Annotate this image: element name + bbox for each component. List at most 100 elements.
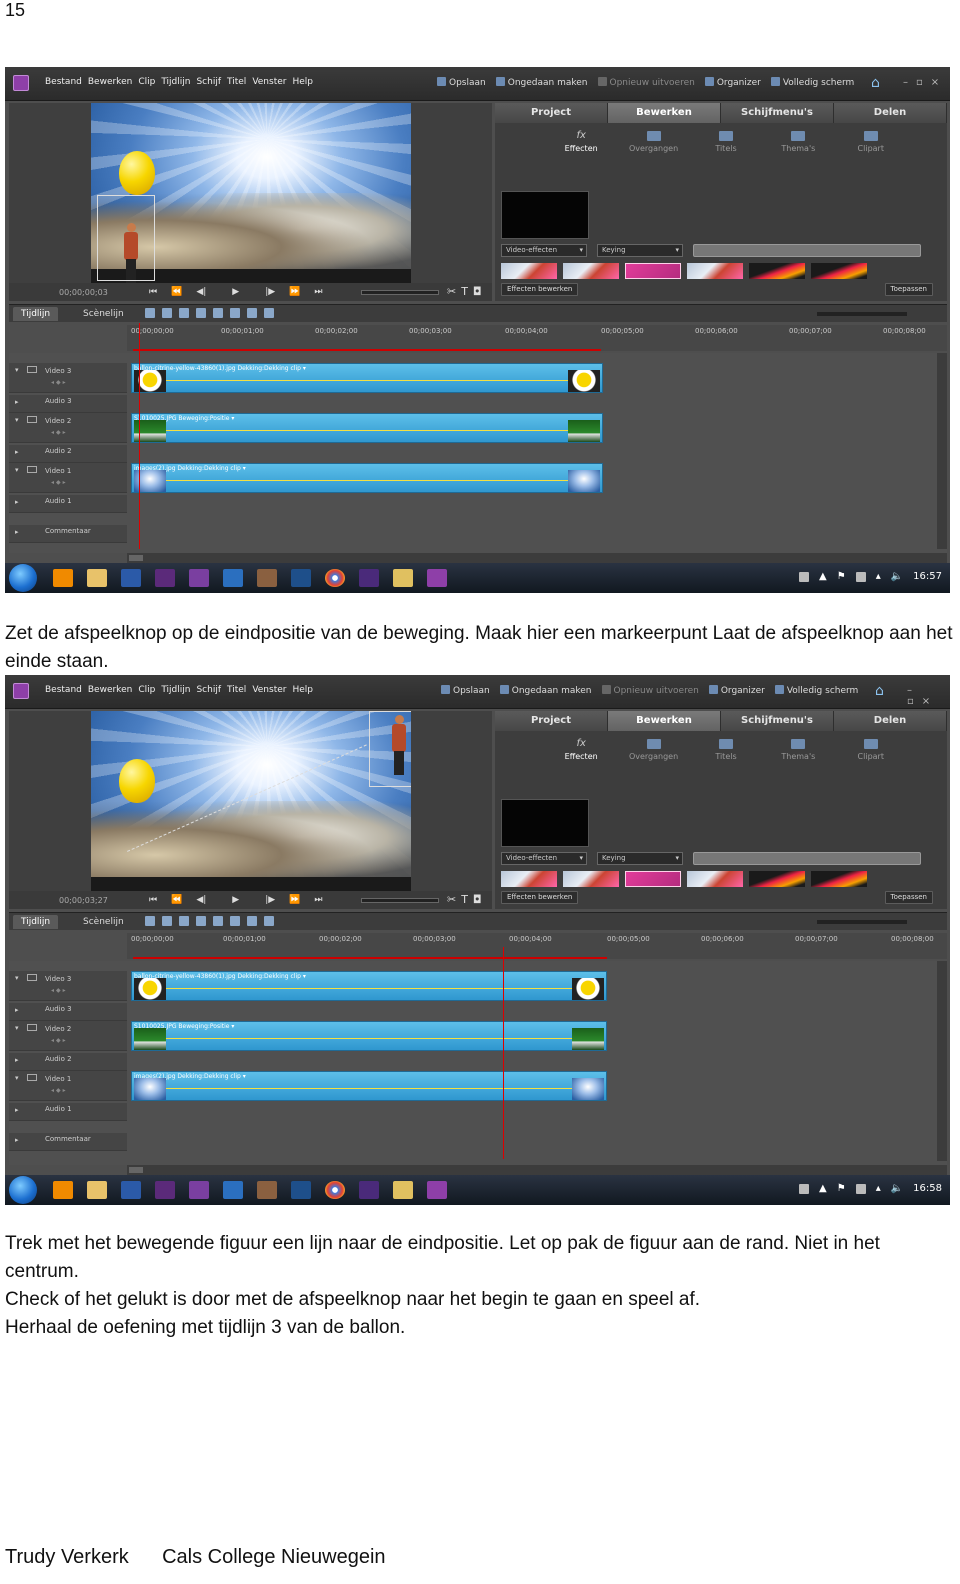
organizer-button[interactable]: Organizer	[704, 77, 761, 88]
volume-icon[interactable]: 🔈	[891, 571, 903, 582]
after-effects-icon[interactable]	[359, 1181, 379, 1199]
subtab-themas[interactable]: Thema's	[768, 131, 828, 153]
clip-person[interactable]: S1010025.JPG Beweging:Positie ▾	[131, 413, 603, 443]
fullscreen-button[interactable]: Volledig scherm	[774, 685, 858, 696]
time-ruler[interactable]: 00;00;00;00 00;00;01;00 00;00;02;00 00;0…	[127, 325, 947, 351]
tab-tijdlijn[interactable]: Tijdlijn	[13, 915, 59, 929]
effect-thumbnail[interactable]	[749, 263, 805, 279]
media-icon[interactable]	[393, 569, 413, 587]
clip-balloon[interactable]: ballon-citrine-yellow-43860(1).jpg Dekki…	[131, 363, 603, 393]
filter-dropdown[interactable]: Keying	[597, 852, 683, 865]
work-area-bar[interactable]	[133, 957, 607, 959]
shuttle-slider[interactable]	[361, 898, 439, 903]
app-icon[interactable]	[223, 569, 243, 587]
flag-icon[interactable]: ⚑	[837, 1183, 846, 1194]
menu-bestand[interactable]: Bestand	[45, 685, 82, 695]
battery-icon[interactable]	[855, 1183, 866, 1194]
category-dropdown[interactable]: Video-effecten	[501, 244, 587, 257]
vlc-icon[interactable]	[53, 569, 73, 587]
arrow-up-icon[interactable]: ▲	[819, 1183, 827, 1194]
fullscreen-button[interactable]: Volledig scherm	[770, 77, 854, 88]
tab-bewerken[interactable]: Bewerken	[608, 103, 721, 123]
scissors-icon[interactable]: ✂T◘	[447, 285, 487, 298]
clip-sky[interactable]: images(2).jpg Dekking:Dekking clip ▾	[131, 1071, 607, 1101]
preview-image[interactable]	[91, 711, 411, 891]
timeline-tools[interactable]	[145, 308, 274, 318]
transport-controls[interactable]: ⏮ ⏪ ◀| ▶ |▶ ⏩ ⏭	[149, 895, 323, 905]
word-icon[interactable]	[121, 569, 141, 587]
effect-thumbnail[interactable]	[625, 871, 681, 887]
save-button[interactable]: Opslaan	[441, 685, 490, 696]
folder-icon[interactable]	[87, 1181, 107, 1199]
effect-thumbnail[interactable]	[563, 263, 619, 279]
category-dropdown[interactable]: Video-effecten	[501, 852, 587, 865]
subtab-overgangen[interactable]: Overgangen	[624, 131, 684, 153]
transport-controls[interactable]: ⏮ ⏪ ◀| ▶ |▶ ⏩ ⏭	[149, 287, 323, 297]
volume-icon[interactable]: 🔈	[891, 1183, 903, 1194]
search-input[interactable]	[693, 244, 921, 257]
vlc-icon[interactable]	[53, 1181, 73, 1199]
menu-bewerken[interactable]: Bewerken	[88, 685, 132, 695]
effect-thumbnail[interactable]	[749, 871, 805, 887]
organizer-task-icon[interactable]	[427, 1181, 447, 1199]
tab-project[interactable]: Project	[495, 711, 608, 731]
menu-titel[interactable]: Titel	[227, 685, 246, 695]
search-input[interactable]	[693, 852, 921, 865]
subtab-themas[interactable]: Thema's	[768, 739, 828, 761]
effect-thumbnail[interactable]	[687, 871, 743, 887]
start-button-icon[interactable]	[9, 564, 37, 592]
filter-dropdown[interactable]: Keying	[597, 244, 683, 257]
menu-tijdlijn[interactable]: Tijdlijn	[161, 685, 190, 695]
effect-thumbnail[interactable]	[625, 263, 681, 279]
undo-button[interactable]: Ongedaan maken	[495, 77, 588, 88]
keyboard-icon[interactable]	[799, 571, 810, 582]
network-icon[interactable]: ▴	[876, 571, 881, 582]
app-icon[interactable]	[257, 1181, 277, 1199]
effect-thumbnail[interactable]	[811, 263, 867, 279]
tab-scenelijn[interactable]: Scènelijn	[75, 915, 132, 929]
effect-thumbnail[interactable]	[687, 263, 743, 279]
home-icon[interactable]: ⌂	[875, 683, 891, 699]
photoshop-icon[interactable]	[291, 1181, 311, 1199]
playhead[interactable]	[503, 947, 504, 1159]
chrome-icon[interactable]	[325, 569, 345, 587]
menu-schijf[interactable]: Schijf	[196, 685, 221, 695]
tab-schijfmenus[interactable]: Schijfmenu's	[721, 103, 834, 123]
zoom-slider[interactable]	[817, 920, 907, 924]
premiere-elements-icon[interactable]	[189, 1181, 209, 1199]
start-button-icon[interactable]	[9, 1176, 37, 1204]
undo-button[interactable]: Ongedaan maken	[499, 685, 592, 696]
network-icon[interactable]: ▴	[876, 1183, 881, 1194]
subtab-titels[interactable]: Titels	[696, 739, 756, 761]
selection-box[interactable]	[97, 195, 155, 281]
subtab-clipart[interactable]: Clipart	[841, 131, 901, 153]
subtab-overgangen[interactable]: Overgangen	[624, 739, 684, 761]
folder-icon[interactable]	[87, 569, 107, 587]
app-icon[interactable]	[223, 1181, 243, 1199]
app-logo-icon[interactable]	[13, 683, 29, 699]
tab-tijdlijn[interactable]: Tijdlijn	[13, 307, 59, 321]
vertical-scrollbar[interactable]	[937, 961, 947, 1161]
menu-venster[interactable]: Venster	[252, 685, 286, 695]
horizontal-scrollbar[interactable]	[127, 1165, 947, 1175]
menu-bewerken[interactable]: Bewerken	[88, 77, 132, 87]
menu-tijdlijn[interactable]: Tijdlijn	[161, 77, 190, 87]
edit-effects-button[interactable]: Effecten bewerken	[501, 891, 579, 904]
premiere-elements-icon[interactable]	[189, 569, 209, 587]
organizer-button[interactable]: Organizer	[708, 685, 765, 696]
media-icon[interactable]	[393, 1181, 413, 1199]
work-area-bar[interactable]	[133, 349, 601, 351]
menu-help[interactable]: Help	[292, 685, 313, 695]
app-icon[interactable]	[257, 569, 277, 587]
subtab-titels[interactable]: Titels	[696, 131, 756, 153]
redo-button[interactable]: Opnieuw uitvoeren	[597, 77, 695, 88]
menu-venster[interactable]: Venster	[252, 77, 286, 87]
scissors-icon[interactable]: ✂T◘	[447, 893, 487, 906]
app-logo-icon[interactable]	[13, 75, 29, 91]
menu-clip[interactable]: Clip	[138, 685, 155, 695]
menu-titel[interactable]: Titel	[227, 77, 246, 87]
photoshop-icon[interactable]	[291, 569, 311, 587]
subtab-clipart[interactable]: Clipart	[841, 739, 901, 761]
apply-button[interactable]: Toepassen	[884, 283, 933, 296]
redo-button[interactable]: Opnieuw uitvoeren	[601, 685, 699, 696]
